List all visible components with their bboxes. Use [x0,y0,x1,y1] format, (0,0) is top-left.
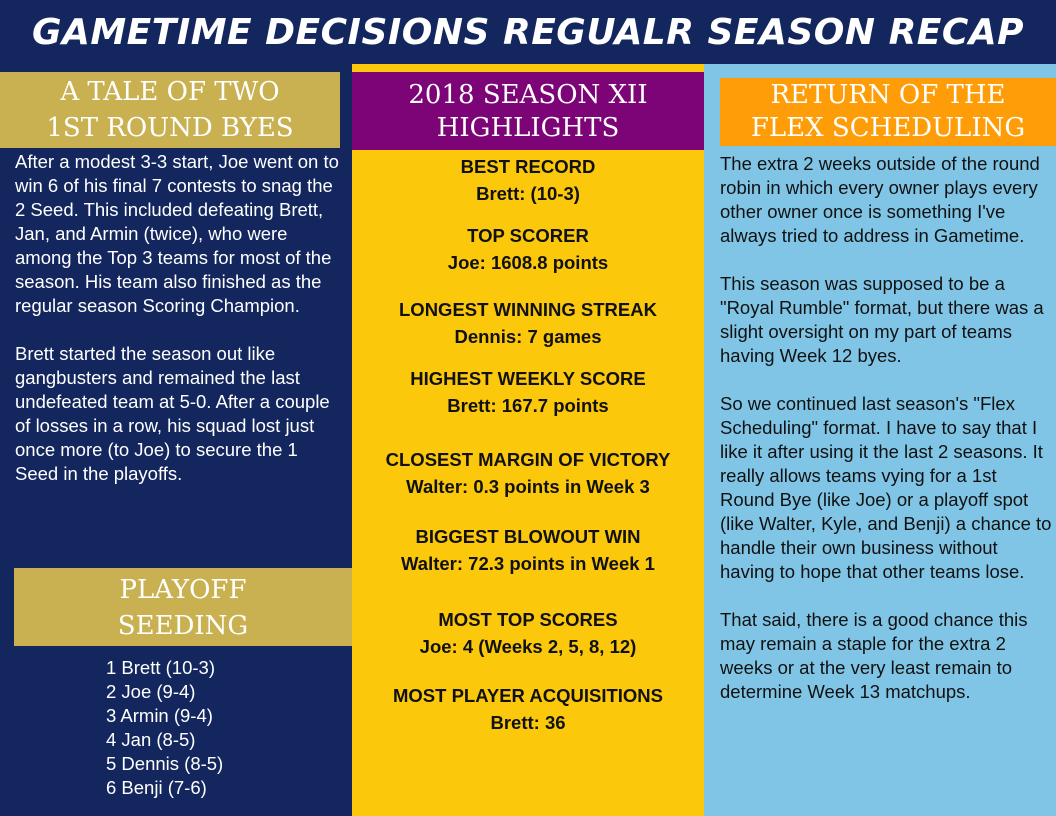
byes-text: After a modest 3-3 start, Joe went on to… [15,150,343,510]
highlight-blowout-win: BIGGEST BLOWOUT WIN Walter: 72.3 points … [352,523,704,577]
highlight-value: Brett: 167.7 points [447,395,609,416]
section-header-flex: RETURN OF THE FLEX SCHEDULING [720,78,1056,146]
section-header-line: SEEDING [117,611,249,641]
highlight-value: Walter: 72.3 points in Week 1 [401,553,655,574]
seeding-item: 5 Dennis (8-5) [106,753,224,774]
flex-paragraph: This season was supposed to be a "Royal … [720,273,1044,366]
highlight-best-record: BEST RECORD Brett: (10-3) [352,153,704,207]
section-header-highlights: 2018 SEASON XII HIGHLIGHTS [352,72,704,150]
section-header-line: FLEX SCHEDULING [750,113,1026,143]
seeding-item: 6 Benji (7-6) [106,777,207,798]
highlight-label: CLOSEST MARGIN OF VICTORY [385,449,671,470]
highlight-value: Dennis: 7 games [454,326,602,347]
section-header-line: 2018 SEASON XII [408,80,648,110]
highlight-label: LONGEST WINNING STREAK [399,299,657,320]
highlight-label: MOST PLAYER ACQUISITIONS [393,685,663,706]
flex-paragraph: The extra 2 weeks outside of the round r… [720,153,1040,246]
section-header-line: RETURN OF THE [770,80,1006,110]
flex-scheduling-column: RETURN OF THE FLEX SCHEDULING The extra … [704,64,1056,816]
byes-paragraph: Brett started the season out like gangbu… [15,343,330,484]
flex-paragraph: That said, there is a good chance this m… [720,609,1028,702]
section-header-seeding: PLAYOFF SEEDING [14,568,352,646]
byes-paragraph: After a modest 3-3 start, Joe went on to… [15,151,339,316]
highlight-label: TOP SCORER [467,225,589,246]
section-header-line: 1ST ROUND BYES [46,113,294,143]
section-header-line: HIGHLIGHTS [436,113,620,143]
section-header-byes: A TALE OF TWO 1ST ROUND BYES [0,72,340,148]
highlight-closest-margin: CLOSEST MARGIN OF VICTORY Walter: 0.3 po… [352,446,704,500]
highlight-label: BIGGEST BLOWOUT WIN [415,526,641,547]
highlight-value: Joe: 1608.8 points [447,252,609,273]
seeding-item: 2 Joe (9-4) [106,681,196,702]
highlight-value: Brett: 36 [490,712,566,733]
highlight-weekly-score: HIGHEST WEEKLY SCORE Brett: 167.7 points [352,365,704,419]
section-header-line: A TALE OF TWO [60,77,280,107]
highlight-label: HIGHEST WEEKLY SCORE [410,368,646,389]
highlight-label: MOST TOP SCORES [438,609,618,630]
section-header-line: PLAYOFF [119,575,247,605]
page-title: GAMETIME DECISIONS REGUALR SEASON RECAP [0,0,1056,64]
highlight-winning-streak: LONGEST WINNING STREAK Dennis: 7 games [352,296,704,350]
seeding-item: 3 Armin (9-4) [106,705,213,726]
highlight-top-scorer: TOP SCORER Joe: 1608.8 points [352,222,704,276]
seeding-item: 4 Jan (8-5) [106,729,196,750]
highlight-value: Joe: 4 (Weeks 2, 5, 8, 12) [419,636,637,657]
highlight-label: BEST RECORD [460,156,596,177]
highlight-acquisitions: MOST PLAYER ACQUISITIONS Brett: 36 [352,682,704,736]
highlights-column: 2018 SEASON XII HIGHLIGHTS BEST RECORD B… [352,64,704,816]
highlight-top-scores: MOST TOP SCORES Joe: 4 (Weeks 2, 5, 8, 1… [352,606,704,660]
highlight-value: Brett: (10-3) [476,183,580,204]
seeding-item: 1 Brett (10-3) [106,657,215,678]
flex-text: The extra 2 weeks outside of the round r… [720,152,1054,728]
seeding-list: 1 Brett (10-3) 2 Joe (9-4) 3 Armin (9-4)… [106,656,223,800]
flex-paragraph: So we continued last season's "Flex Sche… [720,393,1052,582]
highlight-value: Walter: 0.3 points in Week 3 [406,476,650,497]
